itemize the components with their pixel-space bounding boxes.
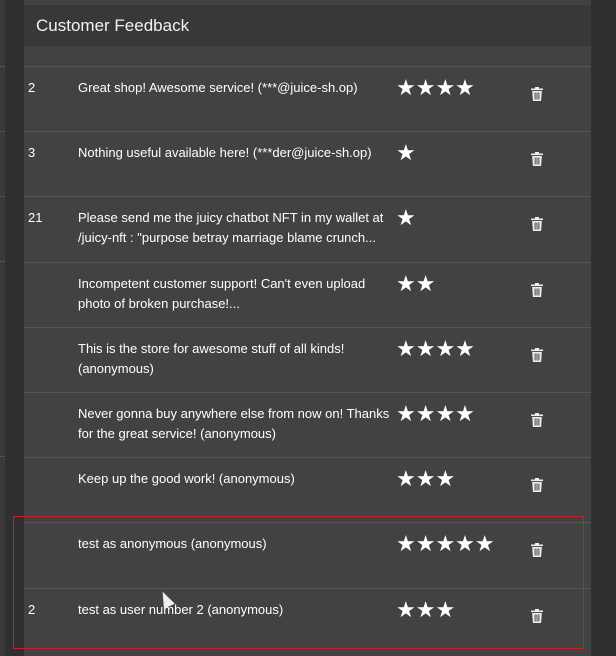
rating-stars: ★★★★ [396,401,475,426]
rating-stars: ★★ [396,270,436,296]
user-id: 21 [28,210,43,226]
rating-stars: ★ [396,205,416,231]
divider [0,66,5,67]
table-row: Keep up the good work! (anonymous) ★★★ [24,457,591,523]
rating-stars: ★★★★ [396,75,475,100]
feedback-comment: test as user number 2 (anonymous) [78,601,284,617]
feedback-comment: Nothing useful available here! (***der@j… [78,145,372,161]
delete-icon[interactable] [531,413,543,427]
delete-icon[interactable] [531,152,543,167]
feedback-comment: Incompetent customer support! Can't even… [78,275,366,311]
table-row: 2 test as user number 2 (anonymous) ★★★ [24,587,591,654]
feedback-comment: Please send me the juicy chatbot NFT in … [78,210,384,246]
user-id: 2 [28,601,36,617]
table-row: This is the store for awesome stuff of a… [24,326,591,393]
table-row: Never gonna buy anywhere else from now o… [24,392,591,458]
user-id: 3 [28,145,36,161]
delete-icon[interactable] [531,217,543,232]
side-panel-edge [0,0,5,656]
rating-stars: ★ [396,140,416,166]
divider [0,196,5,197]
rating-stars: ★★★★★ [396,531,495,557]
delete-icon[interactable] [531,543,543,558]
rating-stars: ★★★★ [396,335,475,361]
user-id: 2 [28,80,36,95]
delete-icon[interactable] [531,478,543,493]
page-title: Customer Feedback [36,16,190,35]
delete-icon[interactable] [531,282,543,297]
divider [0,261,5,262]
rating-stars: ★★★ [396,596,456,622]
feedback-comment: Great shop! Awesome service! (***@juice-… [78,80,358,95]
divider [0,456,5,457]
delete-icon[interactable] [531,347,543,362]
table-row: 21 Please send me the juicy chatbot NFT … [24,196,591,262]
card-header: Customer Feedback [24,5,591,46]
feedback-comment: This is the store for awesome stuff of a… [78,340,345,376]
divider [0,131,5,132]
feedback-comment: test as anonymous (anonymous) [78,536,267,552]
table-row: 3 Nothing useful available here! (***der… [24,131,591,197]
rating-stars: ★★★ [396,466,456,492]
table-row: test as anonymous (anonymous) ★★★★★ [24,522,591,588]
feedback-comment: Keep up the good work! (anonymous) [78,471,295,487]
delete-icon[interactable] [531,608,543,623]
table-row: Incompetent customer support! Can't even… [24,261,591,328]
table-row: 2 Great shop! Awesome service! (***@juic… [24,66,591,132]
feedback-comment: Never gonna buy anywhere else from now o… [78,406,390,441]
delete-icon[interactable] [531,87,543,101]
